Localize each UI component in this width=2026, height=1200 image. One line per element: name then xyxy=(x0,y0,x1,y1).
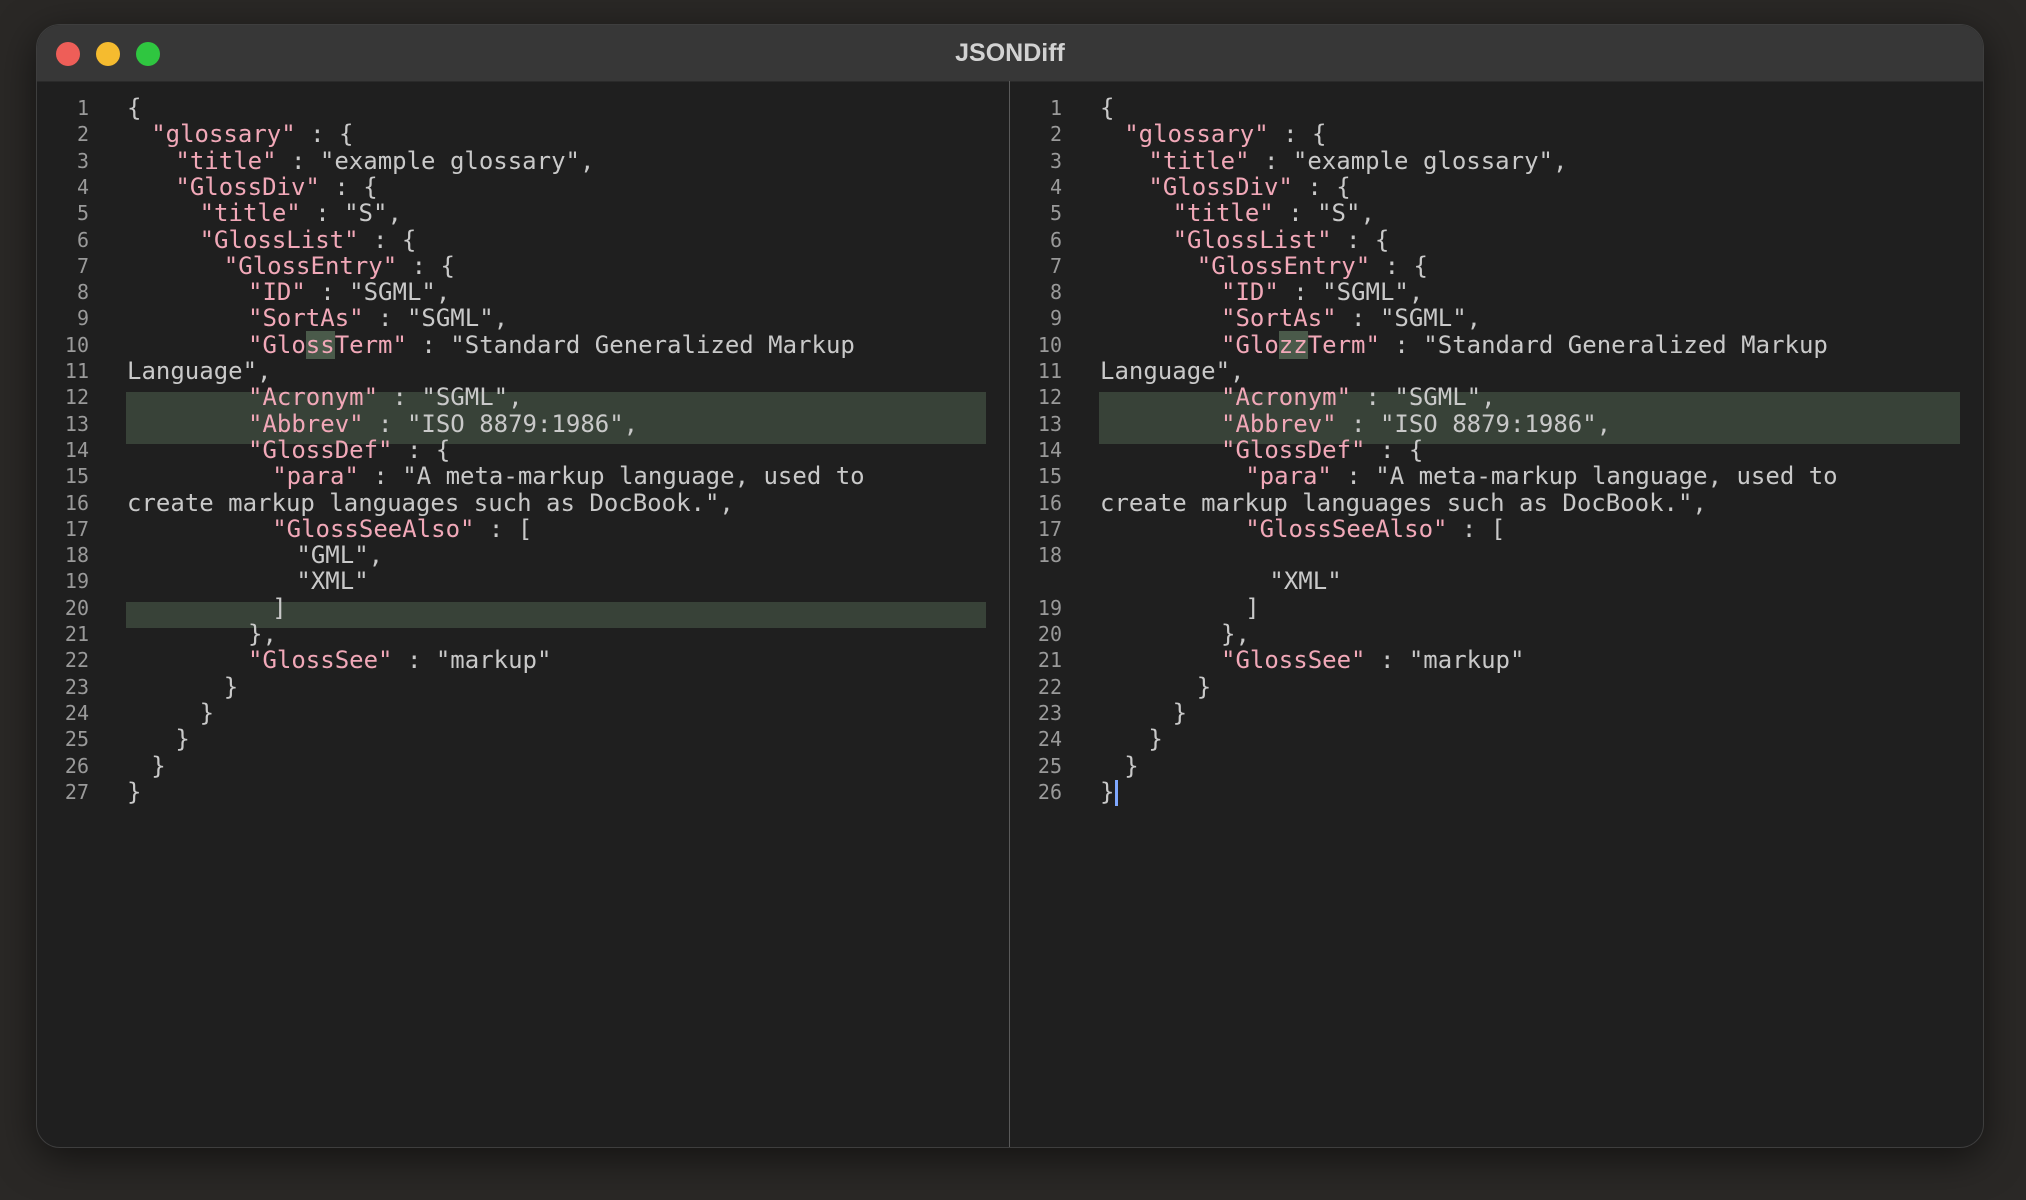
right-editor-pane[interactable]: 1{2 "glossary" : {3 "title" : "example glo… xyxy=(1010,81,1983,1147)
line-number: 27 xyxy=(64,779,89,804)
line-number: 26 xyxy=(1037,779,1062,804)
title-bar: JSONDiff xyxy=(37,25,1983,82)
app-window: JSONDiff 1{2 "glossary" : {3 "title" : "ex… xyxy=(36,24,1984,1148)
code-token: } xyxy=(1100,777,1115,806)
window-title: JSONDiff xyxy=(955,39,1065,67)
code-token: } xyxy=(127,777,142,806)
text-cursor xyxy=(1115,779,1119,806)
code-text: } xyxy=(1100,775,1119,809)
code-text: } xyxy=(127,775,141,809)
code-line: 26} xyxy=(1010,775,1983,809)
code-line: 27} xyxy=(37,775,1009,809)
left-editor-pane[interactable]: 1{2 "glossary" : {3 "title" : "example glo… xyxy=(37,81,1009,1147)
